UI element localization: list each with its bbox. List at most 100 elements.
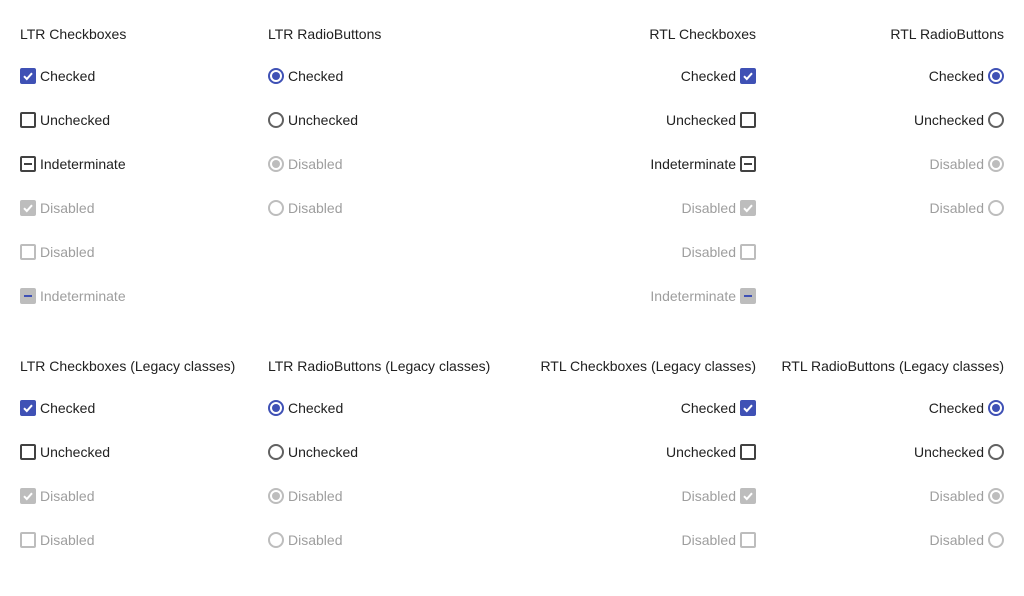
checkbox-indeterminate-disabled: Indeterminate [20, 284, 126, 308]
control-row: Disabled [682, 196, 756, 240]
control-row: Unchecked [268, 108, 508, 152]
checkbox-label: Disabled [40, 200, 95, 216]
checked-checkbox-icon[interactable] [20, 400, 36, 416]
control-row: Checked [929, 64, 1004, 108]
column-title: LTR RadioButtons [268, 26, 382, 42]
checked-checkbox-icon [740, 488, 756, 504]
checkbox-indeterminate-disabled: Indeterminate [650, 284, 756, 308]
radio-button-label: Disabled [288, 156, 343, 172]
checkbox-label: Indeterminate [650, 288, 736, 304]
checkbox-label: Disabled [40, 488, 95, 504]
indeterminate-checkbox-icon[interactable] [20, 156, 36, 172]
column-title: LTR Checkboxes (Legacy classes) [20, 358, 236, 374]
section-standard: LTR Checkboxes Checked Unchecked Indetermin… [20, 20, 1004, 328]
selected-radio-icon [988, 156, 1004, 172]
standard-columns: LTR Checkboxes Checked Unchecked Indetermin… [20, 20, 1004, 328]
radio-button-checked[interactable]: Checked [929, 64, 1004, 88]
checkbox-label: Checked [680, 400, 736, 416]
checkbox-unchecked[interactable]: Unchecked [666, 108, 756, 132]
control-row: Checked [681, 64, 756, 108]
radio-button-checked[interactable]: Checked [929, 396, 1004, 420]
selected-radio-icon[interactable] [988, 68, 1004, 84]
checkbox-checked-disabled: Disabled [682, 196, 756, 220]
radio-button-unchecked-disabled: Disabled [268, 196, 342, 220]
checkmark-icon [23, 492, 33, 501]
checkbox-label: Indeterminate [650, 156, 736, 172]
unselected-radio-icon[interactable] [988, 112, 1004, 128]
unselected-radio-icon[interactable] [268, 112, 284, 128]
checked-checkbox-icon [20, 200, 36, 216]
control-row: Checked [929, 396, 1004, 440]
indeterminate-checkbox-icon[interactable] [740, 156, 756, 172]
control-row: Indeterminate [20, 152, 260, 196]
control-row: Disabled [20, 528, 260, 572]
checkbox-label: Unchecked [40, 444, 111, 460]
control-row: Disabled [930, 152, 1004, 196]
checkbox-unchecked[interactable]: Unchecked [20, 440, 110, 464]
checked-checkbox-icon[interactable] [20, 68, 36, 84]
selected-radio-icon[interactable] [268, 400, 284, 416]
checkmark-icon [743, 492, 753, 501]
radio-button-label: Unchecked [913, 444, 984, 460]
radio-button-label: Disabled [929, 488, 984, 504]
control-row: Checked [268, 396, 508, 440]
control-row: Checked [20, 396, 260, 440]
radio-button-checked[interactable]: Checked [268, 64, 343, 88]
radio-button-label: Checked [928, 68, 984, 84]
column-rtl-checkboxes: RTL Checkboxes (Legacy classes) Checked Un… [516, 352, 756, 572]
radio-button-checked[interactable]: Checked [268, 396, 343, 420]
checkbox-label: Checked [680, 68, 736, 84]
unchecked-checkbox-icon [740, 532, 756, 548]
control-row: Unchecked [666, 440, 756, 484]
indeterminate-checkbox-icon [740, 288, 756, 304]
checkbox-unchecked-disabled: Disabled [20, 528, 94, 552]
legacy-columns: LTR Checkboxes (Legacy classes) Checked Un… [20, 352, 1004, 572]
checked-checkbox-icon[interactable] [740, 68, 756, 84]
checkbox-unchecked-disabled: Disabled [20, 240, 94, 264]
selected-radio-icon[interactable] [268, 68, 284, 84]
radio-button-label: Unchecked [913, 112, 984, 128]
radio-button-unchecked[interactable]: Unchecked [914, 440, 1004, 464]
radio-button-checked-disabled: Disabled [268, 484, 342, 508]
unchecked-checkbox-icon[interactable] [740, 112, 756, 128]
control-row: Disabled [682, 528, 756, 572]
unchecked-checkbox-icon[interactable] [20, 444, 36, 460]
radio-button-label: Checked [288, 400, 344, 416]
checkbox-checked[interactable]: Checked [681, 64, 756, 88]
control-row: Indeterminate [20, 284, 260, 328]
radio-button-label: Disabled [288, 532, 343, 548]
checkbox-indeterminate[interactable]: Indeterminate [650, 152, 756, 176]
radio-button-unchecked[interactable]: Unchecked [914, 108, 1004, 132]
control-row: Disabled [268, 484, 508, 528]
column-ltr-checkboxes: LTR Checkboxes (Legacy classes) Checked Un… [20, 352, 260, 572]
control-row: Unchecked [914, 440, 1004, 484]
unselected-radio-icon [268, 200, 284, 216]
checkbox-checked[interactable]: Checked [20, 396, 95, 420]
radio-button-unchecked[interactable]: Unchecked [268, 440, 358, 464]
unchecked-checkbox-icon [20, 532, 36, 548]
checked-checkbox-icon[interactable] [740, 400, 756, 416]
checkmark-icon [743, 204, 753, 213]
unselected-radio-icon[interactable] [268, 444, 284, 460]
unchecked-checkbox-icon[interactable] [20, 112, 36, 128]
checkbox-unchecked[interactable]: Unchecked [666, 440, 756, 464]
checkbox-checked[interactable]: Checked [681, 396, 756, 420]
selected-radio-icon[interactable] [988, 400, 1004, 416]
radio-button-label: Disabled [929, 200, 984, 216]
unselected-radio-icon [268, 532, 284, 548]
checkbox-label: Indeterminate [40, 156, 126, 172]
radio-button-unchecked[interactable]: Unchecked [268, 108, 358, 132]
radio-button-label: Disabled [929, 532, 984, 548]
checkbox-indeterminate[interactable]: Indeterminate [20, 152, 126, 176]
radio-button-label: Disabled [288, 488, 343, 504]
control-row: Indeterminate [650, 152, 756, 196]
checked-checkbox-icon [740, 200, 756, 216]
checkbox-unchecked[interactable]: Unchecked [20, 108, 110, 132]
control-row: Disabled [268, 196, 508, 240]
column-title: LTR Checkboxes [20, 26, 127, 42]
checkbox-checked[interactable]: Checked [20, 64, 95, 88]
unchecked-checkbox-icon[interactable] [740, 444, 756, 460]
checkbox-label: Checked [40, 68, 96, 84]
unselected-radio-icon[interactable] [988, 444, 1004, 460]
unchecked-checkbox-icon [740, 244, 756, 260]
